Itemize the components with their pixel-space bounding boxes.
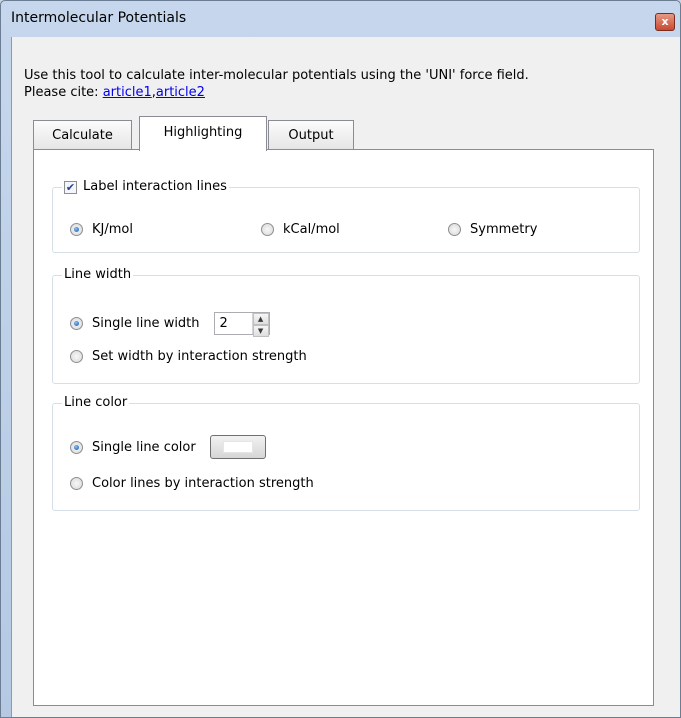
kcalmol-option[interactable]: kCal/mol <box>261 220 340 238</box>
tab-label: Calculate <box>52 128 113 143</box>
single-line-color-radio[interactable] <box>70 440 83 454</box>
line-color-group: Line color Single line color Color lines… <box>52 394 640 511</box>
citation-line: Please cite: article1,article2 <box>24 84 529 101</box>
spin-down-icon[interactable]: ▼ <box>252 324 269 337</box>
window-title: Intermolecular Potentials <box>11 10 187 26</box>
color-swatch <box>222 441 253 453</box>
spin-up-icon[interactable]: ▲ <box>252 312 269 325</box>
article1-link[interactable]: article1 <box>103 85 152 100</box>
title-bar[interactable]: Intermolecular Potentials x <box>1 1 680 35</box>
tab-label: Output <box>288 128 334 143</box>
line-width-spinbox[interactable]: 2 ▲ ▼ <box>213 311 270 337</box>
close-icon: x <box>661 15 669 28</box>
single-line-width-option[interactable]: Single line width 2 ▲ ▼ <box>70 311 270 337</box>
tab-highlighting[interactable]: Highlighting <box>139 116 267 151</box>
color-by-strength-radio[interactable] <box>70 476 83 490</box>
cite-prefix: Please cite: <box>24 85 103 100</box>
width-by-strength-radio[interactable] <box>70 349 83 363</box>
kcalmol-label[interactable]: kCal/mol <box>283 222 340 237</box>
description-line: Use this tool to calculate inter-molecul… <box>24 68 529 83</box>
width-by-strength-option[interactable]: Set width by interaction strength <box>70 347 307 365</box>
single-line-color-label[interactable]: Single line color <box>92 440 196 455</box>
spin-arrows: ▲ ▼ <box>251 312 269 337</box>
label-lines-legend: ✔ Label interaction lines <box>62 178 229 196</box>
kjmol-radio[interactable] <box>70 222 83 236</box>
single-line-width-radio[interactable] <box>70 316 83 330</box>
kjmol-option[interactable]: KJ/mol <box>70 220 133 238</box>
symmetry-label[interactable]: Symmetry <box>470 222 537 237</box>
kjmol-label[interactable]: KJ/mol <box>92 222 133 237</box>
kcalmol-radio[interactable] <box>261 222 274 236</box>
line-width-legend: Line width <box>62 266 134 284</box>
tab-panel-highlighting: ✔ Label interaction lines KJ/mol kCal/mo… <box>33 149 654 706</box>
color-picker-button[interactable] <box>209 435 266 459</box>
description-text: Use this tool to calculate inter-molecul… <box>24 67 529 101</box>
line-color-legend: Line color <box>62 394 130 412</box>
single-line-width-label[interactable]: Single line width <box>92 316 200 331</box>
label-lines-checkbox-label[interactable]: Label interaction lines <box>83 178 227 196</box>
symmetry-radio[interactable] <box>448 222 461 236</box>
color-by-strength-label[interactable]: Color lines by interaction strength <box>92 476 314 491</box>
tab-calculate[interactable]: Calculate <box>33 120 132 149</box>
tab-label: Highlighting <box>163 125 243 140</box>
label-lines-group: ✔ Label interaction lines KJ/mol kCal/mo… <box>52 178 640 253</box>
symmetry-option[interactable]: Symmetry <box>448 220 537 238</box>
label-lines-checkbox[interactable]: ✔ <box>64 180 77 194</box>
tab-output[interactable]: Output <box>268 120 354 149</box>
color-by-strength-option[interactable]: Color lines by interaction strength <box>70 474 314 492</box>
close-button[interactable]: x <box>655 13 675 31</box>
width-by-strength-label[interactable]: Set width by interaction strength <box>92 349 307 364</box>
line-width-group: Line width Single line width 2 ▲ ▼ Set w… <box>52 266 640 384</box>
single-line-color-option[interactable]: Single line color <box>70 435 266 459</box>
line-width-value[interactable]: 2 <box>215 313 252 334</box>
article2-link[interactable]: article2 <box>156 85 205 100</box>
